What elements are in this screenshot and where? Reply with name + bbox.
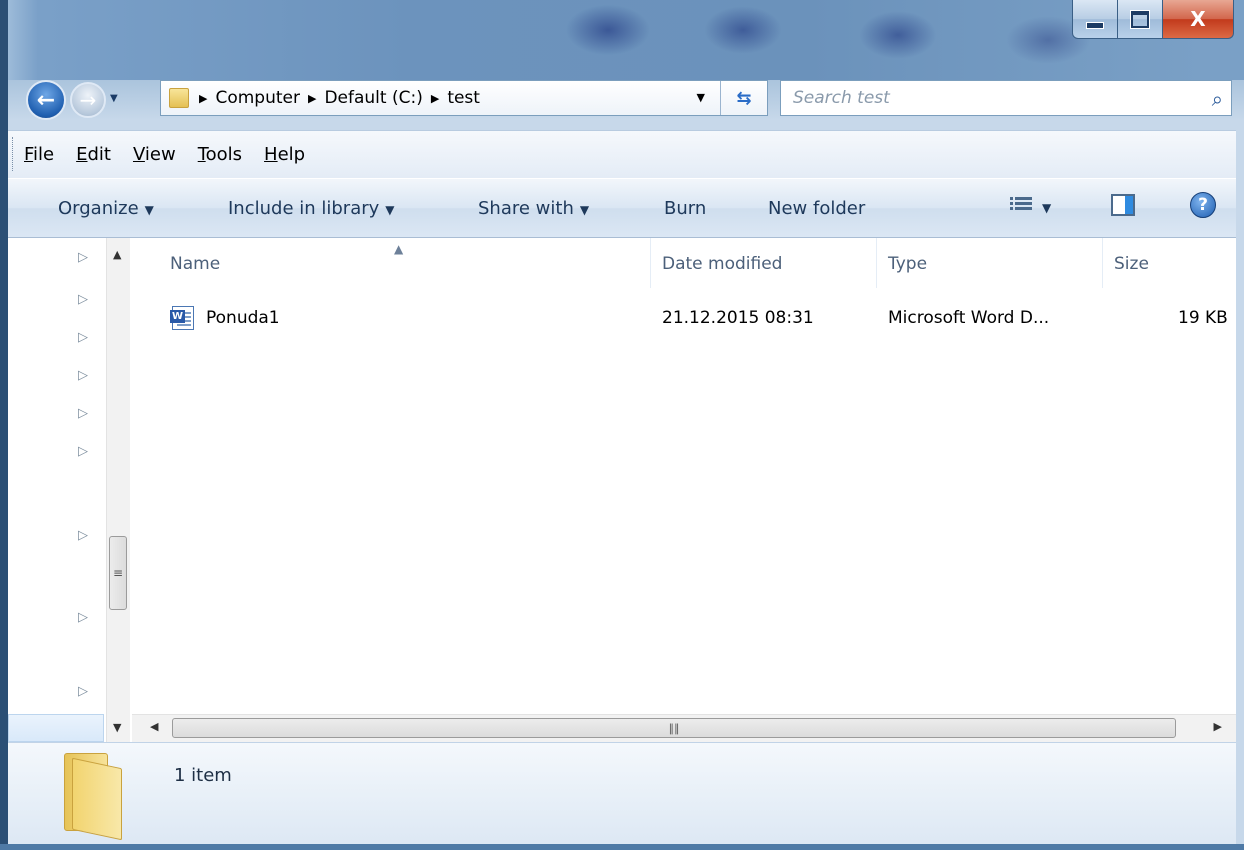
scroll-left-icon[interactable]: ◀ <box>150 720 158 733</box>
navpane-selected-item[interactable] <box>8 714 104 742</box>
navpane-vertical-scrollbar[interactable]: ▲ ≡ ▼ <box>106 238 130 742</box>
column-size[interactable]: Size <box>1114 254 1149 274</box>
breadcrumb-drive[interactable]: Default (C:) <box>324 88 422 108</box>
view-options-icon[interactable] <box>1010 195 1032 215</box>
column-type[interactable]: Type <box>888 254 927 274</box>
breadcrumb-test[interactable]: test <box>447 88 480 108</box>
maximize-icon <box>1130 9 1150 29</box>
file-date-modified: 21.12.2015 08:31 <box>662 308 814 328</box>
search-icon[interactable]: ⌕ <box>1212 87 1223 111</box>
file-list: ▲ Name Date modified Type Size W Ponuda1… <box>132 238 1236 714</box>
burn-button[interactable]: Burn <box>664 198 706 219</box>
column-divider[interactable] <box>1102 238 1103 288</box>
menu-tools-rest: ools <box>205 144 243 165</box>
menu-view-rest: iew <box>144 144 176 165</box>
minimize-button[interactable] <box>1072 0 1118 39</box>
expand-icon[interactable]: ▷ <box>78 406 88 421</box>
preview-pane-icon[interactable] <box>1111 194 1135 216</box>
expand-icon[interactable]: ▷ <box>78 610 88 625</box>
forward-button[interactable]: → <box>70 82 106 118</box>
column-divider[interactable] <box>650 238 651 288</box>
view-options-dropdown[interactable]: ▼ <box>1042 201 1051 215</box>
column-headers: ▲ Name Date modified Type Size <box>132 238 1236 288</box>
expand-icon[interactable]: ▷ <box>78 444 88 459</box>
scroll-right-icon[interactable]: ▶ <box>1214 720 1222 733</box>
file-row[interactable]: W Ponuda1 21.12.2015 08:31 Microsoft Wor… <box>132 302 1236 336</box>
forward-arrow-icon: → <box>79 88 97 112</box>
organize-button[interactable]: Organize ▼ <box>58 198 154 219</box>
close-icon: X <box>1190 7 1206 31</box>
file-name[interactable]: Ponuda1 <box>206 308 280 328</box>
minimize-icon <box>1086 21 1104 29</box>
folder-icon <box>58 753 134 841</box>
maximize-button[interactable] <box>1118 0 1163 39</box>
menu-help-rest: elp <box>277 144 306 165</box>
window-bottom-border <box>0 844 1244 850</box>
expand-icon[interactable]: ▷ <box>78 684 88 699</box>
expand-icon[interactable]: ▷ <box>78 368 88 383</box>
search-placeholder: Search test <box>793 88 890 108</box>
menu-file[interactable]: File <box>24 144 54 165</box>
navigation-pane: ▷ ▷ ▷ ▷ ▷ ▷ ▷ ▷ ▷ ▲ ≡ ▼ <box>8 238 132 742</box>
menu-view[interactable]: View <box>133 144 176 165</box>
horizontal-scrollbar[interactable]: ◀ ∥∥ ▶ <box>132 714 1236 742</box>
details-pane: 1 item <box>8 742 1236 844</box>
chevron-down-icon: ▼ <box>579 203 590 217</box>
scroll-down-icon[interactable]: ▼ <box>113 721 121 734</box>
column-divider[interactable] <box>876 238 877 288</box>
chevron-right-icon[interactable]: ▶ <box>308 92 316 105</box>
sort-ascending-icon: ▲ <box>394 242 404 256</box>
address-bar[interactable]: ▶ Computer ▶ Default (C:) ▶ test ▼ ⇆ <box>160 80 768 116</box>
folder-icon <box>169 88 189 108</box>
help-icon[interactable]: ? <box>1190 192 1216 218</box>
chevron-right-icon[interactable]: ▶ <box>431 92 439 105</box>
column-name[interactable]: Name <box>170 254 220 274</box>
scroll-up-icon[interactable]: ▲ <box>113 248 121 261</box>
search-input[interactable]: Search test ⌕ <box>780 80 1232 116</box>
command-bar: Organize ▼ Include in library ▼ Share with… <box>8 178 1236 238</box>
item-count: 1 item <box>174 765 232 786</box>
caption-buttons: X <box>1072 0 1234 39</box>
menu-file-rest: ile <box>33 144 55 165</box>
menu-tools[interactable]: Tools <box>198 144 242 165</box>
menubar-grip[interactable] <box>12 137 16 171</box>
recent-pages-dropdown[interactable]: ▼ <box>110 93 118 104</box>
menu-edit[interactable]: Edit <box>76 144 111 165</box>
scroll-thumb[interactable]: ≡ <box>109 536 127 610</box>
file-size: 19 KB <box>1178 308 1228 328</box>
content-area: ▷ ▷ ▷ ▷ ▷ ▷ ▷ ▷ ▷ ▲ ≡ ▼ ▲ Name Date modi… <box>8 238 1236 742</box>
chevron-right-icon[interactable]: ▶ <box>199 92 207 105</box>
column-date-modified[interactable]: Date modified <box>662 254 782 274</box>
back-arrow-icon: ← <box>36 87 56 113</box>
address-dropdown-icon[interactable]: ▼ <box>697 91 705 104</box>
chevron-down-icon: ▼ <box>385 203 395 217</box>
horizontal-scroll-thumb[interactable]: ∥∥ <box>172 718 1176 738</box>
title-bar[interactable] <box>8 0 1244 80</box>
expand-icon[interactable]: ▷ <box>78 330 88 345</box>
share-with-button[interactable]: Share with ▼ <box>478 198 589 219</box>
file-type: Microsoft Word D... <box>888 308 1050 328</box>
menu-edit-rest: dit <box>87 144 111 165</box>
include-in-library-button[interactable]: Include in library ▼ <box>228 198 395 219</box>
chevron-down-icon: ▼ <box>144 203 154 217</box>
expand-icon[interactable]: ▷ <box>78 250 88 265</box>
word-document-icon: W <box>170 306 194 330</box>
breadcrumb-computer[interactable]: Computer <box>215 88 300 108</box>
back-button[interactable]: ← <box>26 80 66 120</box>
expand-icon[interactable]: ▷ <box>78 528 88 543</box>
close-button[interactable]: X <box>1163 0 1234 39</box>
refresh-icon[interactable]: ⇆ <box>720 81 767 115</box>
expand-icon[interactable]: ▷ <box>78 292 88 307</box>
menu-help[interactable]: Help <box>264 144 305 165</box>
new-folder-button[interactable]: New folder <box>768 198 865 219</box>
menu-bar: File Edit View Tools Help <box>8 130 1236 178</box>
